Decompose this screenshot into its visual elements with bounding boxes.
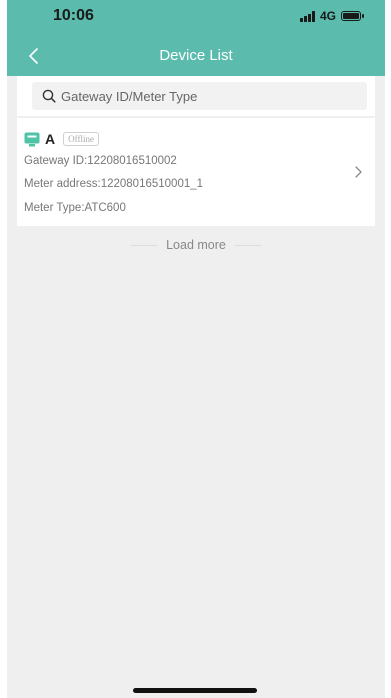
status-badge: Offline (63, 132, 99, 146)
status-bar: 10:06 4G (7, 0, 385, 36)
search-bar (17, 76, 375, 116)
load-more-label: Load more (166, 238, 226, 252)
device-header: A Offline (24, 131, 99, 147)
nav-bar: Device List (7, 36, 385, 76)
divider-right (234, 244, 261, 246)
status-time: 10:06 (53, 7, 94, 24)
meter-type: Meter Type:ATC600 (24, 202, 126, 214)
divider-left (131, 244, 158, 246)
search-icon (42, 89, 56, 103)
search-input[interactable] (61, 88, 361, 104)
home-indicator[interactable] (133, 688, 257, 693)
search-box[interactable] (32, 82, 367, 110)
signal-icon (300, 10, 315, 22)
device-card[interactable]: A Offline Gateway ID:12208016510002 Mete… (17, 118, 375, 226)
gateway-id: Gateway ID:12208016510002 (24, 155, 177, 167)
load-more-button[interactable]: Load more (7, 238, 385, 252)
screen: 10:06 4G Device List Gateway ID/Meter Ty… (7, 0, 385, 698)
device-icon (24, 132, 40, 146)
device-name: A (45, 131, 56, 147)
battery-icon (341, 11, 364, 21)
page-title: Device List (159, 47, 233, 64)
network-type: 4G (319, 9, 336, 23)
status-indicators: 4G (300, 9, 364, 23)
meter-address: Meter address:12208016510001_1 (24, 178, 204, 190)
chevron-right-icon (355, 166, 362, 178)
